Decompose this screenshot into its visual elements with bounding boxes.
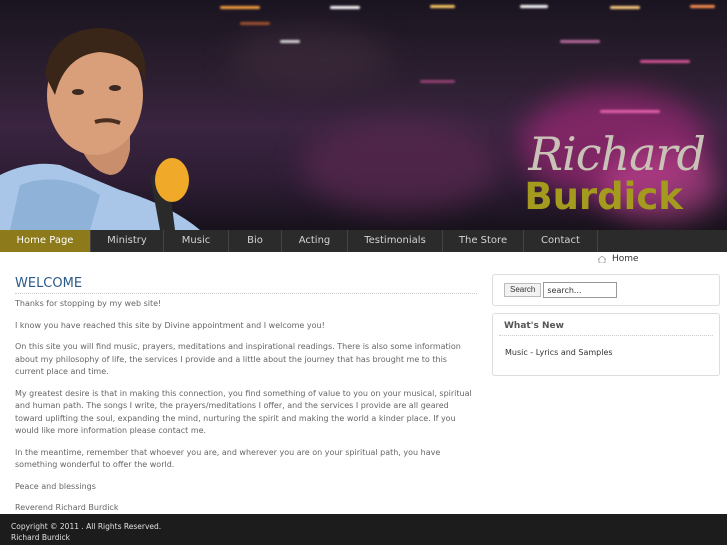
breadcrumb: Home xyxy=(598,254,639,264)
light-streak xyxy=(610,6,640,9)
paragraph: On this site you will find music, prayer… xyxy=(15,342,461,376)
page-title: WELCOME xyxy=(15,276,477,294)
main-nav: Home Page Ministry Music Bio Acting Test… xyxy=(0,230,727,252)
main-content: WELCOME Thanks for stopping by my web si… xyxy=(15,276,477,524)
nav-item-testimonials[interactable]: Testimonials xyxy=(348,230,443,252)
search-input[interactable] xyxy=(543,282,618,298)
light-streak xyxy=(240,22,270,25)
whats-new-module: What's New Music - Lyrics and Samples xyxy=(492,313,720,376)
paragraph: I know you have reached this site by Div… xyxy=(15,320,325,330)
brand-last-name: Burdick xyxy=(524,175,683,218)
paragraph: Peace and blessings xyxy=(15,481,96,491)
search-button[interactable]: Search xyxy=(504,283,542,297)
bokeh-glow xyxy=(300,120,500,210)
whats-new-title: What's New xyxy=(499,314,713,336)
paragraph: My greatest desire is that in making thi… xyxy=(15,388,472,436)
light-streak xyxy=(560,40,600,43)
light-streak xyxy=(420,80,455,83)
light-streak xyxy=(640,60,690,63)
header-banner: Richard Burdick xyxy=(0,0,727,230)
nav-item-home[interactable]: Home Page xyxy=(0,230,91,252)
paragraph: Thanks for stopping by my web site! xyxy=(15,299,162,308)
nav-item-contact[interactable]: Contact xyxy=(524,230,598,252)
light-streak xyxy=(330,6,360,9)
breadcrumb-home-link[interactable]: Home xyxy=(612,254,639,264)
light-streak xyxy=(280,40,300,43)
brand-logo: Richard Burdick xyxy=(524,127,706,216)
nav-item-bio[interactable]: Bio xyxy=(229,230,282,252)
light-streak xyxy=(600,110,660,113)
brand-first-name: Richard xyxy=(528,127,706,181)
light-streak xyxy=(690,5,715,8)
paragraph: In the meantime, remember that whoever y… xyxy=(15,447,441,470)
portrait-image xyxy=(0,28,200,230)
search-module: Search xyxy=(492,274,720,306)
nav-item-acting[interactable]: Acting xyxy=(282,230,348,252)
nav-item-the-store[interactable]: The Store xyxy=(443,230,524,252)
home-icon xyxy=(598,255,606,263)
nav-item-ministry[interactable]: Ministry xyxy=(91,230,164,252)
footer: Copyright © 2011 . All Rights Reserved. … xyxy=(0,514,727,545)
whats-new-link[interactable]: Music - Lyrics and Samples xyxy=(493,336,719,357)
bokeh-glow xyxy=(230,30,390,90)
light-streak xyxy=(430,5,455,8)
footer-owner-name: Richard Burdick xyxy=(11,533,71,542)
copyright-text: Copyright © 2011 . All Rights Reserved. xyxy=(11,522,162,531)
nav-item-music[interactable]: Music xyxy=(164,230,229,252)
signature: Reverend Richard Burdick xyxy=(15,503,119,512)
light-streak xyxy=(520,5,548,8)
